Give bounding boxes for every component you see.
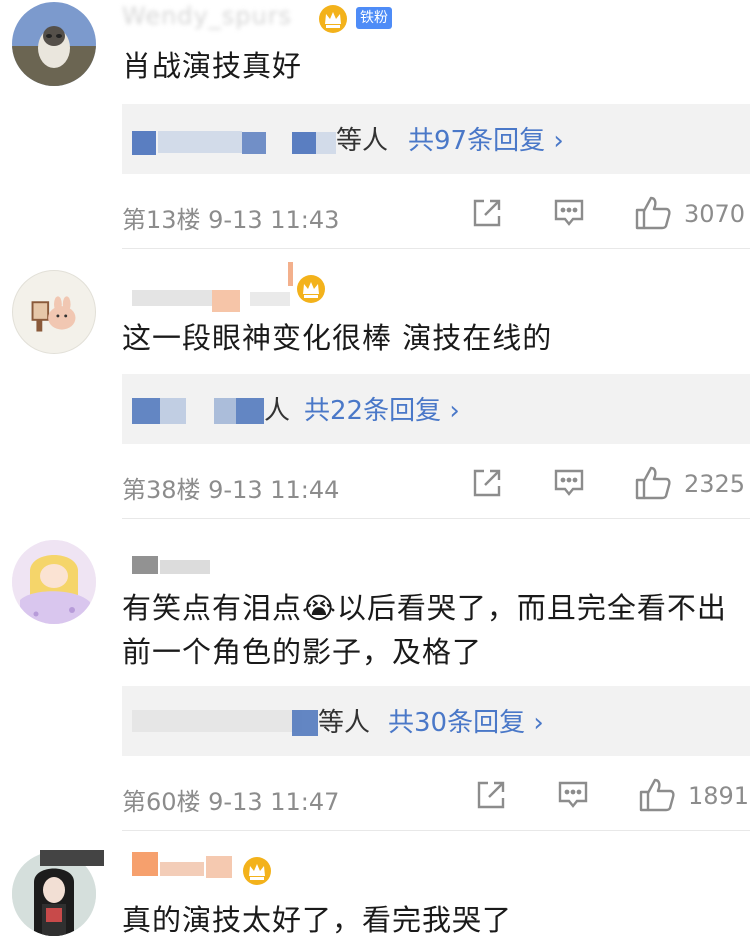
blurred-username xyxy=(288,262,293,286)
blurred-name xyxy=(132,131,156,155)
thumbs-up-icon[interactable] xyxy=(634,194,672,236)
blurred-username xyxy=(250,292,290,306)
blurred-name xyxy=(242,132,266,154)
blurred-name xyxy=(132,710,302,732)
comment-text: 真的演技太好了，看完我哭了 xyxy=(122,903,513,937)
comment-item: Wendy_spurs 铁粉 肖战演技真好 等人 共97条回复 › 第13楼 9… xyxy=(0,0,750,250)
blurred-name xyxy=(214,398,236,424)
divider xyxy=(122,248,750,249)
comment-text: 这一段眼神变化很棒 演技在线的 xyxy=(122,321,553,355)
reply-preview[interactable]: 人 共22条回复 › xyxy=(122,374,750,444)
blurred-username xyxy=(132,852,158,876)
fan-badge: 铁粉 xyxy=(356,7,392,29)
blurred-name xyxy=(292,132,316,154)
floor-time: 第13楼 9-13 11:43 xyxy=(122,206,340,234)
blurred-username xyxy=(160,560,210,574)
comment-icon[interactable] xyxy=(552,196,586,234)
blurred-username xyxy=(132,556,158,574)
share-icon[interactable] xyxy=(470,196,504,234)
like-count: 1891 xyxy=(688,782,750,810)
divider xyxy=(122,518,750,519)
blurred-name xyxy=(236,398,264,424)
like-count: 3070 xyxy=(684,200,746,228)
like-count: 2325 xyxy=(684,470,746,498)
avatar[interactable] xyxy=(12,2,96,86)
floor-time: 第38楼 9-13 11:44 xyxy=(122,476,340,504)
avatar[interactable] xyxy=(12,540,96,624)
blurred-username xyxy=(212,290,240,312)
share-icon[interactable] xyxy=(474,778,508,816)
comment-item: 这一段眼神变化很棒 演技在线的 人 共22条回复 › 第38楼 9-13 11:… xyxy=(0,250,750,520)
reply-users: 人 xyxy=(264,396,291,426)
reply-preview[interactable]: 等人 共30条回复 › xyxy=(122,686,750,756)
reply-users: 等人 xyxy=(318,708,371,738)
comment-item: 有笑点有泪点😭以后看哭了，而且完全看不出前一个角色的影子，及格了 等人 共30条… xyxy=(0,520,750,832)
blurred-username xyxy=(40,850,104,866)
reply-count-link[interactable]: 共97条回复 › xyxy=(408,120,564,157)
blurred-name xyxy=(132,398,160,424)
crown-icon xyxy=(242,856,272,886)
blurred-name xyxy=(160,398,186,424)
share-icon[interactable] xyxy=(470,466,504,504)
blurred-username xyxy=(160,862,204,876)
comment-item: 真的演技太好了，看完我哭了 xyxy=(0,832,750,949)
crown-icon xyxy=(318,4,348,34)
comment-icon[interactable] xyxy=(556,778,590,816)
comment-icon[interactable] xyxy=(552,466,586,504)
avatar[interactable] xyxy=(12,270,96,354)
crown-icon xyxy=(296,274,326,304)
reply-users: 等人 xyxy=(336,126,389,156)
reply-count-link[interactable]: 共30条回复 › xyxy=(388,702,544,739)
thumbs-up-icon[interactable] xyxy=(634,464,672,506)
thumbs-up-icon[interactable] xyxy=(638,776,676,818)
floor-time: 第60楼 9-13 11:47 xyxy=(122,788,340,816)
blurred-name xyxy=(158,131,242,153)
comment-text: 有笑点有泪点😭以后看哭了，而且完全看不出前一个角色的影子，及格了 xyxy=(122,591,727,669)
reply-count-link[interactable]: 共22条回复 › xyxy=(304,390,460,427)
blurred-name xyxy=(292,710,318,736)
username[interactable]: Wendy_spurs xyxy=(122,2,292,30)
divider xyxy=(122,830,750,831)
comment-text: 肖战演技真好 xyxy=(122,49,303,83)
blurred-username xyxy=(132,290,212,306)
reply-preview[interactable]: 等人 共97条回复 › xyxy=(122,104,750,174)
blurred-name xyxy=(316,132,336,154)
blurred-username xyxy=(206,856,232,878)
